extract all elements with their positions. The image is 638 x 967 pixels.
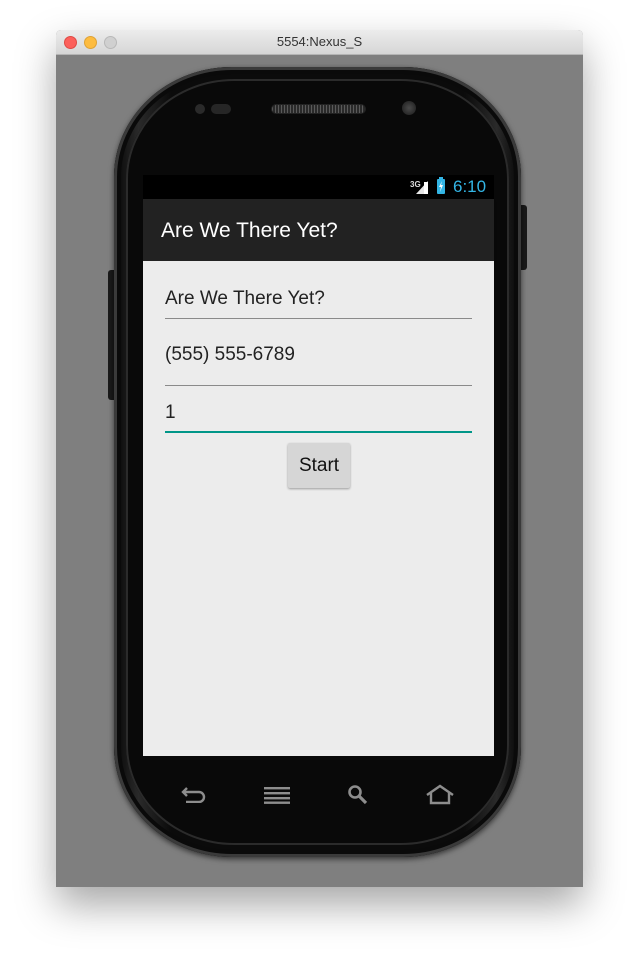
interval-value: 1 — [165, 402, 176, 423]
message-field-value: Are We There Yet? — [165, 288, 325, 309]
start-button[interactable]: Start — [288, 443, 350, 488]
phone-number-field[interactable]: (555) 555-6789 — [165, 329, 472, 386]
signal-icon: 3G — [410, 180, 430, 194]
message-field[interactable]: Are We There Yet? — [165, 275, 472, 319]
front-camera — [402, 101, 416, 115]
light-sensor — [211, 104, 231, 114]
emulator-window: 5554:Nexus_S 3G 6:10 Are We There Yet? A… — [56, 30, 583, 887]
battery-charging-icon — [437, 177, 445, 194]
back-icon[interactable] — [180, 785, 208, 803]
phone-number-value: (555) 555-6789 — [165, 344, 295, 365]
status-bar: 3G 6:10 — [143, 175, 494, 199]
home-icon[interactable] — [425, 784, 455, 806]
status-clock: 6:10 — [453, 177, 487, 196]
action-bar-title: Are We There Yet? — [161, 219, 338, 242]
device-screen: 3G 6:10 Are We There Yet? Are We There Y… — [143, 175, 494, 756]
app-content: Are We There Yet? (555) 555-6789 1 Start — [143, 261, 494, 756]
interval-field[interactable]: 1 — [165, 389, 472, 433]
window-titlebar[interactable]: 5554:Nexus_S — [56, 30, 583, 55]
proximity-sensor — [195, 104, 205, 114]
window-title: 5554:Nexus_S — [276, 34, 363, 49]
power-button[interactable] — [521, 205, 527, 270]
earpiece-speaker — [272, 105, 365, 113]
menu-icon[interactable] — [263, 786, 291, 804]
search-icon[interactable] — [347, 784, 369, 806]
action-bar: Are We There Yet? — [143, 199, 494, 261]
signal-bars-icon — [416, 181, 428, 194]
